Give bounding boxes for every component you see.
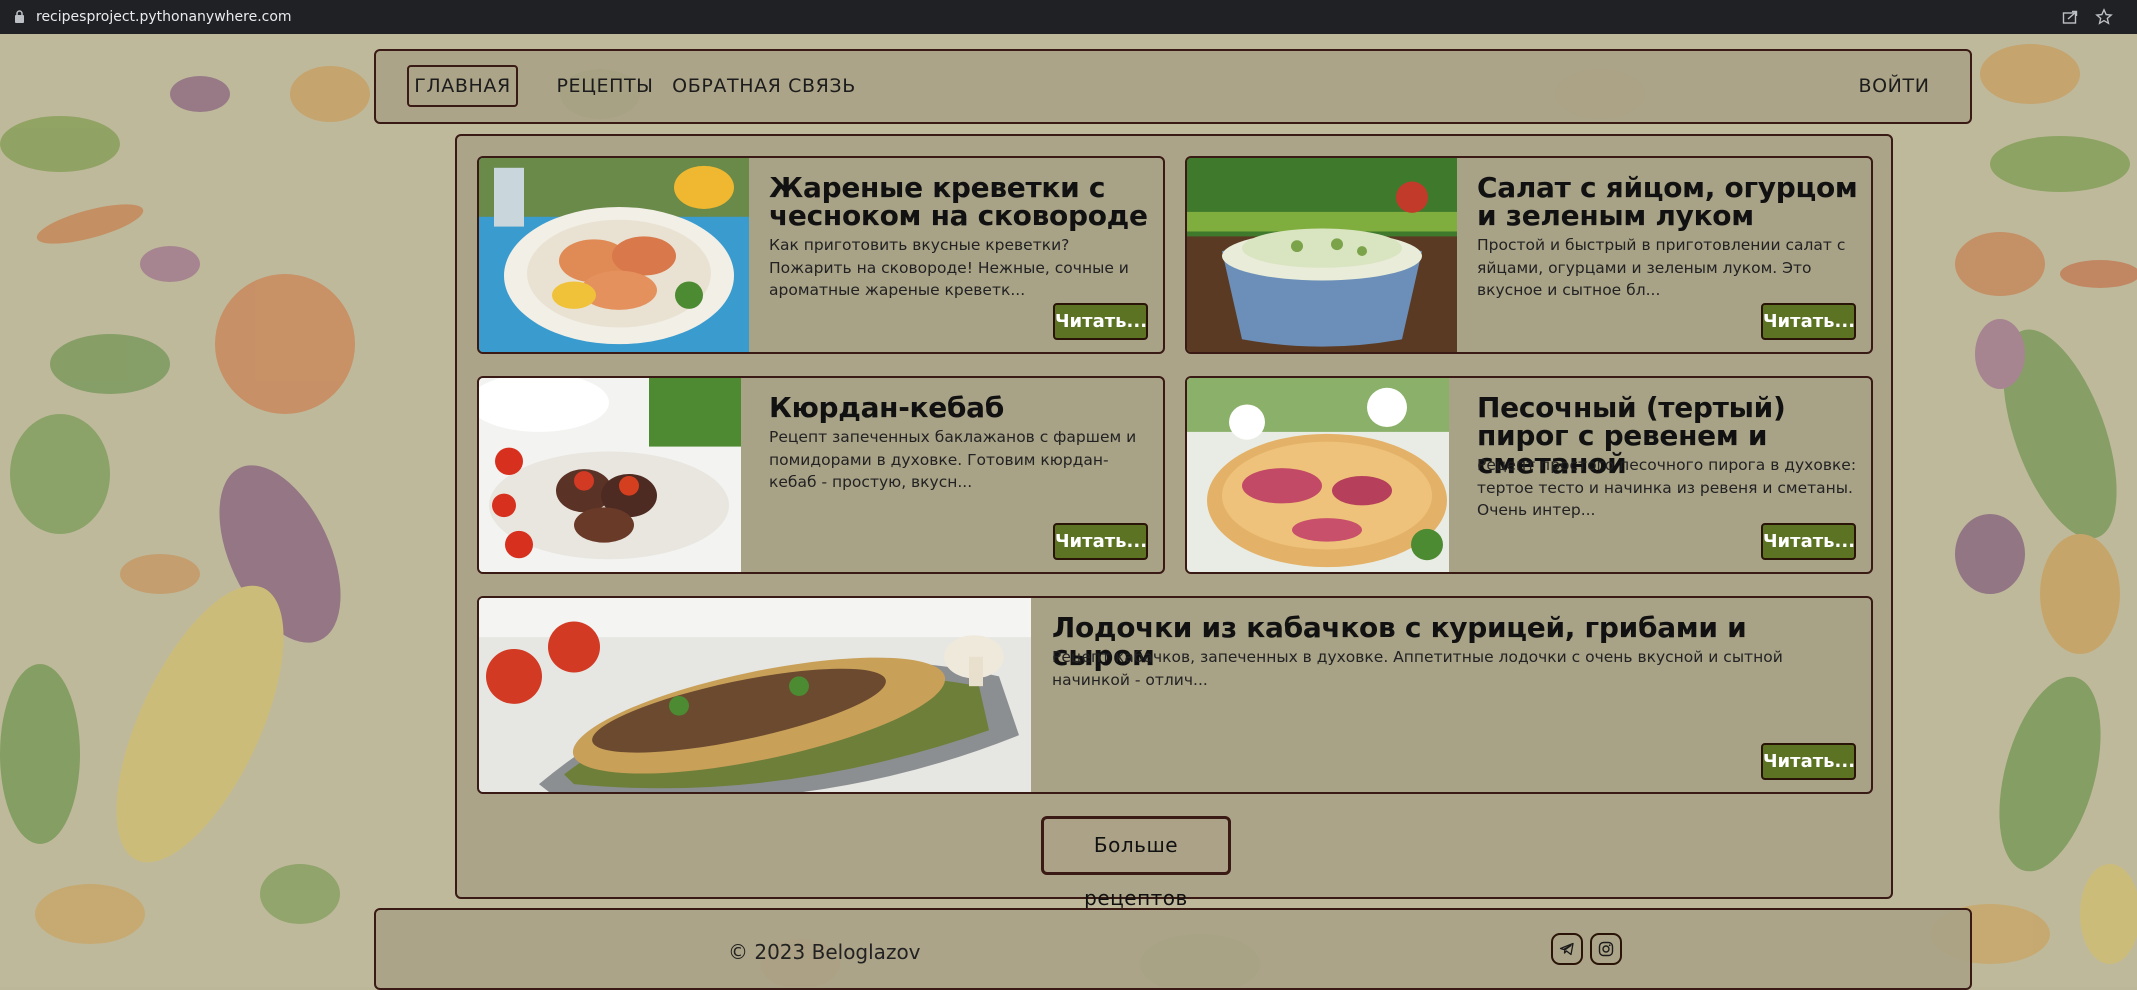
read-button[interactable]: Читать... — [1053, 303, 1148, 340]
recipe-title[interactable]: Жареные креветки с чесноком на сковороде — [769, 174, 1149, 230]
url-text[interactable]: recipesproject.pythonanywhere.com — [36, 9, 292, 25]
copyright-text: © 2023 Beloglazov — [728, 940, 921, 964]
recipe-image[interactable] — [1187, 158, 1457, 352]
recipe-description: Простой и быстрый в приготовлении салат … — [1477, 236, 1846, 299]
recipe-image[interactable] — [479, 378, 741, 572]
share-icon[interactable] — [2062, 9, 2078, 25]
footer: © 2023 Beloglazov — [374, 908, 1972, 990]
nav-feedback-link[interactable]: ОБРАТНАЯ СВЯЗЬ — [672, 65, 856, 107]
recipe-description: Рецепт простого песочного пирога в духов… — [1477, 456, 1857, 519]
nav-recipes-link[interactable]: РЕЦЕПТЫ — [540, 65, 670, 107]
recipe-image[interactable] — [479, 598, 1031, 792]
telegram-icon[interactable] — [1551, 933, 1583, 965]
read-button[interactable]: Читать... — [1761, 523, 1856, 560]
bookmark-star-icon[interactable] — [2095, 8, 2113, 26]
recipe-description: Рецепт запеченных баклажанов с фаршем и … — [769, 428, 1137, 491]
recipe-title[interactable]: Салат с яйцом, огурцом и зеленым луком — [1477, 174, 1867, 230]
recipe-image[interactable] — [479, 158, 749, 352]
more-recipes-button[interactable]: Больше рецептов — [1041, 816, 1231, 910]
recipe-description: Как приготовить вкусные креветки? Пожари… — [769, 236, 1129, 299]
recipe-description: Рецепт кабачков, запеченных в духовке. А… — [1052, 648, 1783, 689]
navbar: ГЛАВНАЯ РЕЦЕПТЫ ОБРАТНАЯ СВЯЗЬ ВОЙТИ — [374, 49, 1972, 124]
nav-home-link[interactable]: ГЛАВНАЯ — [407, 65, 518, 107]
read-button[interactable]: Читать... — [1761, 743, 1856, 780]
read-button[interactable]: Читать... — [1053, 523, 1148, 560]
browser-address-bar[interactable]: recipesproject.pythonanywhere.com — [0, 0, 2137, 34]
recipe-card[interactable]: Жареные креветки с чесноком на сковороде… — [477, 156, 1165, 354]
recipe-card[interactable]: Песочный (тертый) пирог с ревенем и смет… — [1185, 376, 1873, 574]
instagram-icon[interactable] — [1590, 933, 1622, 965]
recipe-card[interactable]: Кюрдан-кебаб Рецепт запеченных баклажано… — [477, 376, 1165, 574]
recipe-title[interactable]: Кюрдан-кебаб — [769, 394, 1149, 422]
recipe-image[interactable] — [1187, 378, 1449, 572]
read-button[interactable]: Читать... — [1761, 303, 1856, 340]
lock-icon — [15, 10, 24, 23]
recipes-container: Жареные креветки с чесноком на сковороде… — [455, 134, 1893, 899]
recipe-card[interactable]: Салат с яйцом, огурцом и зеленым луком П… — [1185, 156, 1873, 354]
nav-login-link[interactable]: ВОЙТИ — [1854, 65, 1934, 107]
recipe-card[interactable]: Лодочки из кабачков с курицей, грибами и… — [477, 596, 1873, 794]
